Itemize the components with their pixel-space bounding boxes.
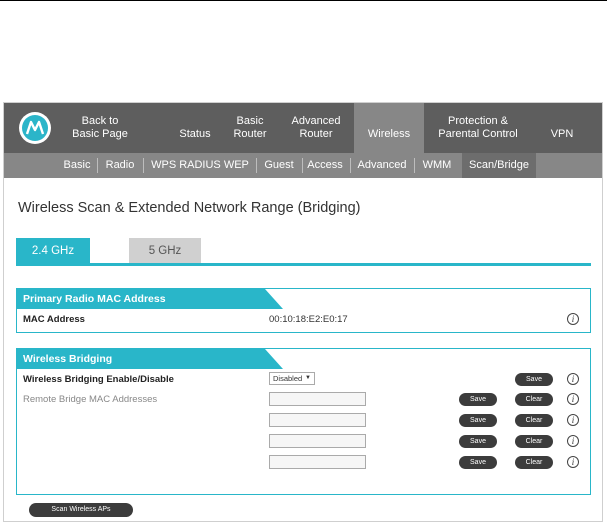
nav-status[interactable]: Status: [172, 103, 218, 153]
nav-label: VPN: [550, 127, 574, 140]
clear-button[interactable]: Clear: [515, 435, 553, 448]
nav-label: Status: [179, 127, 211, 140]
bridging-enable-label: Wireless Bridging Enable/Disable: [23, 374, 174, 385]
nav-label: Wireless: [367, 127, 411, 140]
save-button[interactable]: Save: [515, 373, 553, 386]
nav-basic-router[interactable]: Basic Router: [226, 103, 274, 153]
motorola-logo-icon[interactable]: [19, 112, 51, 144]
nav-vpn[interactable]: VPN: [542, 103, 582, 153]
info-icon[interactable]: i: [567, 373, 579, 385]
info-icon[interactable]: i: [567, 393, 579, 405]
subtab-access[interactable]: Access: [304, 153, 346, 178]
bridging-enable-value: Disabled: [273, 374, 303, 383]
section-header: Primary Radio MAC Address: [17, 289, 590, 309]
info-icon[interactable]: i: [567, 414, 579, 426]
save-button[interactable]: Save: [459, 414, 497, 427]
nav-label: Basic Router: [233, 115, 267, 140]
wireless-bridging-section: Wireless Bridging Wireless Bridging Enab…: [16, 348, 591, 495]
nav-wireless[interactable]: Wireless: [354, 103, 424, 153]
clear-button[interactable]: Clear: [515, 414, 553, 427]
section-title: Wireless Bridging: [23, 353, 113, 365]
save-button[interactable]: Save: [459, 435, 497, 448]
remote-mac-input[interactable]: [269, 413, 366, 427]
remote-mac-input[interactable]: [269, 434, 366, 448]
nav-label: Protection & Parental Control: [438, 115, 518, 140]
remote-mac-row: Save Clear i: [17, 431, 590, 452]
router-admin-window: Back to Basic Page Status Basic Router A…: [3, 102, 603, 522]
remote-mac-row: Save Clear i: [17, 452, 590, 473]
clear-button[interactable]: Clear: [515, 456, 553, 469]
clear-button[interactable]: Clear: [515, 393, 553, 406]
subtab-wmm[interactable]: WMM: [417, 153, 457, 178]
info-icon[interactable]: i: [567, 313, 579, 325]
nav-protection-parental[interactable]: Protection & Parental Control: [432, 103, 524, 153]
remote-mac-row: Remote Bridge MAC Addresses Save Clear i: [17, 389, 590, 410]
save-button[interactable]: Save: [459, 456, 497, 469]
remote-mac-row: Save Clear i: [17, 410, 590, 431]
subtab-scan-bridge[interactable]: Scan/Bridge: [462, 153, 536, 178]
top-divider: [0, 0, 607, 1]
remote-mac-input[interactable]: [269, 455, 366, 469]
section-title: Primary Radio MAC Address: [23, 293, 166, 305]
subtab-guest[interactable]: Guest: [258, 153, 300, 178]
mac-address-row: MAC Address 00:10:18:E2:E0:17 i: [17, 309, 590, 330]
main-nav: Back to Basic Page Status Basic Router A…: [4, 103, 602, 153]
page: Back to Basic Page Status Basic Router A…: [0, 0, 607, 526]
subtab-radio[interactable]: Radio: [102, 153, 138, 178]
mac-address-value: 00:10:18:E2:E0:17: [269, 314, 348, 325]
section-header: Wireless Bridging: [17, 349, 590, 369]
primary-radio-section: Primary Radio MAC Address MAC Address 00…: [16, 288, 591, 333]
nav-advanced-router[interactable]: Advanced Router: [286, 103, 346, 153]
remote-bridge-mac-label: Remote Bridge MAC Addresses: [23, 394, 158, 405]
scan-wireless-aps-button[interactable]: Scan Wireless APs: [29, 503, 133, 517]
tab-5ghz[interactable]: 5 GHz: [129, 238, 201, 265]
tab-2-4ghz[interactable]: 2.4 GHz: [16, 238, 90, 265]
nav-back-to-basic[interactable]: Back to Basic Page: [62, 103, 138, 153]
chevron-down-icon: ▼: [305, 375, 311, 381]
subtab-basic[interactable]: Basic: [62, 153, 92, 178]
save-button[interactable]: Save: [459, 393, 497, 406]
nav-label: Back to Basic Page: [72, 115, 128, 140]
tab-underline: [16, 263, 591, 266]
bridging-enable-select[interactable]: Disabled ▼: [269, 372, 315, 385]
page-title: Wireless Scan & Extended Network Range (…: [18, 200, 361, 216]
bridging-enable-row: Wireless Bridging Enable/Disable Disable…: [17, 369, 590, 389]
wireless-subnav: Basic Radio WPS RADIUS WEP Guest Access …: [4, 153, 602, 178]
nav-label: Advanced Router: [291, 115, 341, 140]
info-icon[interactable]: i: [567, 456, 579, 468]
subtab-advanced[interactable]: Advanced: [353, 153, 411, 178]
info-icon[interactable]: i: [567, 435, 579, 447]
remote-mac-input[interactable]: [269, 392, 366, 406]
subtab-wps-radius-wep[interactable]: WPS RADIUS WEP: [148, 153, 252, 178]
mac-address-label: MAC Address: [23, 314, 85, 325]
